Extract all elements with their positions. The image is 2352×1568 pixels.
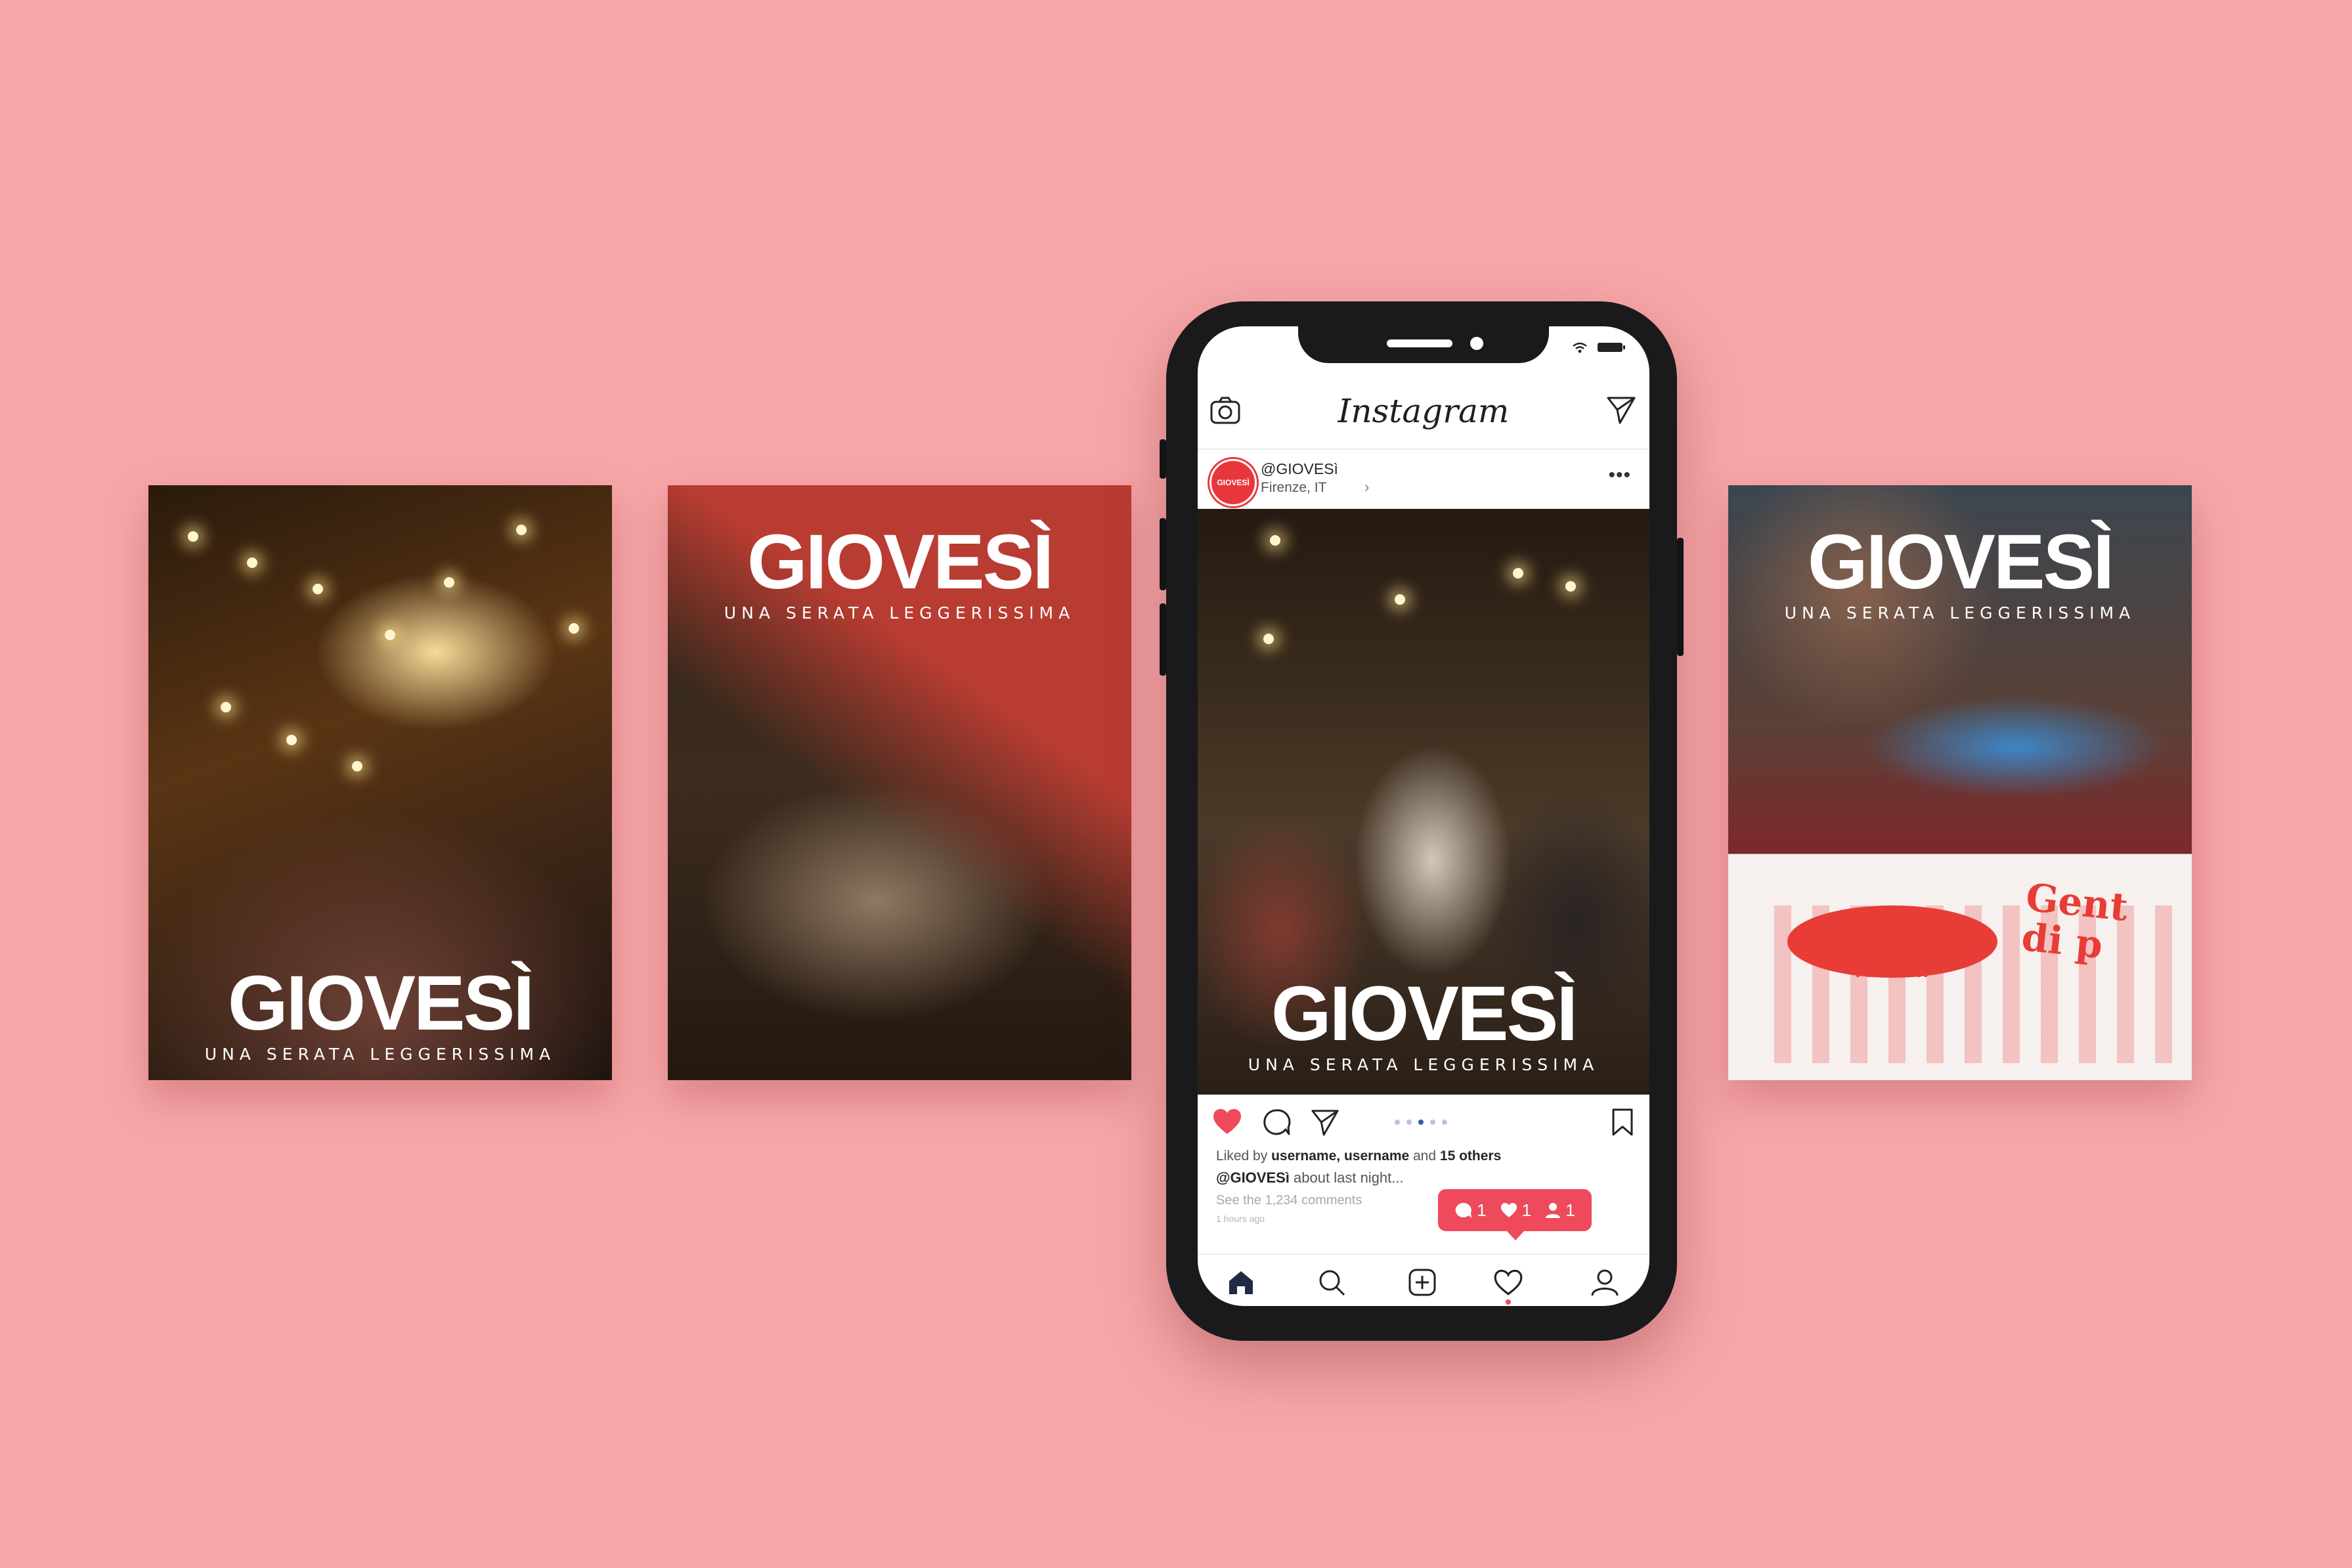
phone-front-camera — [1470, 337, 1483, 350]
post-card-2: GIOVESÌ UNA SERATA LEGGERISSIMA — [668, 485, 1131, 1080]
comment-icon[interactable] — [1262, 1108, 1291, 1137]
battery-icon — [1598, 343, 1625, 352]
carousel-dot — [1442, 1120, 1447, 1125]
sheet-heading: Gent di p — [2020, 875, 2130, 967]
notif-comments-count: 1 — [1477, 1200, 1487, 1220]
activity-indicator-dot — [1506, 1299, 1511, 1305]
brand-tagline: UNA SERATA LEGGERISSIMA — [204, 1045, 556, 1064]
more-options-icon[interactable]: ••• — [1608, 464, 1631, 487]
brand-logo: GIOVESÌ UNA SERATA LEGGERISSIMA — [1198, 975, 1649, 1073]
heart-filled-icon[interactable] — [1212, 1108, 1242, 1135]
string-light — [1395, 594, 1405, 605]
phone-volume-up — [1160, 518, 1166, 590]
post-image[interactable]: GIOVESÌ UNA SERATA LEGGERISSIMA — [1198, 509, 1649, 1095]
notif-follows: 1 — [1544, 1200, 1575, 1221]
share-icon[interactable] — [1311, 1108, 1339, 1137]
likes-prefix: Liked by — [1216, 1148, 1272, 1164]
string-light — [1270, 535, 1280, 546]
string-light — [188, 531, 198, 542]
string-light — [444, 577, 454, 588]
carousel-dot — [1395, 1120, 1400, 1125]
brand-tagline: UNA SERATA LEGGERISSIMA — [724, 603, 1076, 622]
post-username[interactable]: @GIOVESì — [1261, 460, 1338, 478]
seal-text: FALCHI — [1855, 961, 1930, 981]
post-actions — [1198, 1100, 1649, 1146]
brand-logo: GIOVESÌ UNA SERATA LEGGERISSIMA — [148, 965, 612, 1062]
phone-mockup: Instagram GIOVESÌ @GIOVESì Firenze, IT ›… — [1160, 301, 1684, 1341]
brand-wordmark: GIOVESÌ — [747, 519, 1054, 605]
avatar-logo: GIOVESÌ — [1217, 478, 1250, 487]
string-light — [1263, 634, 1274, 644]
string-light — [221, 702, 231, 712]
search-icon[interactable] — [1316, 1267, 1347, 1298]
string-light — [352, 761, 362, 772]
brand-wordmark: GIOVESÌ — [227, 960, 534, 1047]
post-card-3: GIOVESÌ UNA SERATA LEGGERISSIMA FALCHI G… — [1728, 485, 2192, 1080]
direct-send-icon[interactable] — [1606, 395, 1636, 425]
status-bar — [1572, 341, 1626, 354]
sponsor-seal: FALCHI — [1787, 905, 1997, 981]
avatar[interactable]: GIOVESÌ — [1209, 459, 1257, 506]
likes-users: username, username — [1271, 1148, 1410, 1164]
carousel-dot — [1406, 1120, 1412, 1125]
phone-speaker — [1387, 339, 1452, 347]
post-header: GIOVESÌ @GIOVESì Firenze, IT › ••• — [1198, 448, 1649, 510]
phone-mute-switch — [1160, 439, 1166, 479]
string-light — [1513, 568, 1523, 578]
brand-wordmark: GIOVESÌ — [1807, 519, 2114, 605]
brand-wordmark: GIOVESÌ — [1271, 970, 1578, 1057]
likes-summary[interactable]: Liked by username, username and 15 other… — [1216, 1148, 1636, 1164]
bookmark-icon[interactable] — [1611, 1108, 1634, 1137]
brand-tagline: UNA SERATA LEGGERISSIMA — [1784, 603, 2136, 622]
phone-notch — [1298, 326, 1549, 363]
string-light — [313, 584, 323, 594]
notif-likes-count: 1 — [1521, 1200, 1532, 1220]
brand-logo: GIOVESÌ UNA SERATA LEGGERISSIMA — [1728, 523, 2192, 621]
wifi-icon — [1573, 342, 1587, 353]
likes-others: 15 others — [1439, 1148, 1502, 1164]
string-light — [385, 630, 395, 640]
carousel-dot-active — [1418, 1120, 1424, 1125]
activity-heart-icon[interactable] — [1492, 1267, 1524, 1298]
caption-text: @GIOVESì about last night... — [1216, 1169, 1636, 1187]
string-light — [516, 525, 527, 535]
chevron-right-icon: › — [1364, 479, 1370, 495]
comment-bubble-icon — [1456, 1202, 1472, 1218]
string-light — [286, 735, 297, 745]
phone-volume-down — [1160, 603, 1166, 676]
string-light — [569, 623, 579, 634]
app-title: Instagram — [1338, 392, 1510, 430]
heart-icon — [1500, 1203, 1517, 1217]
brand-logo: GIOVESÌ UNA SERATA LEGGERISSIMA — [668, 523, 1131, 621]
carousel-dot — [1430, 1120, 1435, 1125]
carousel-indicator — [1395, 1120, 1447, 1125]
bottom-tab-bar — [1198, 1253, 1649, 1306]
likes-and: and — [1409, 1148, 1440, 1164]
notif-comments: 1 — [1454, 1200, 1487, 1221]
caption-body: about last night... — [1289, 1169, 1404, 1186]
instagram-header: Instagram — [1198, 380, 1649, 443]
phone-power-button — [1677, 538, 1684, 656]
add-post-icon[interactable] — [1406, 1267, 1438, 1298]
home-icon[interactable] — [1225, 1267, 1257, 1298]
activity-notification-bubble[interactable]: 1 1 1 — [1438, 1189, 1592, 1240]
string-light — [247, 557, 257, 568]
post-location[interactable]: Firenze, IT — [1261, 480, 1326, 496]
profile-icon[interactable] — [1589, 1267, 1621, 1298]
notif-follows-count: 1 — [1565, 1200, 1575, 1220]
post-card-1: GIOVESÌ UNA SERATA LEGGERISSIMA — [148, 485, 612, 1080]
notif-likes: 1 — [1500, 1200, 1531, 1221]
brand-tagline: UNA SERATA LEGGERISSIMA — [1248, 1055, 1600, 1074]
caption-username[interactable]: @GIOVESì — [1216, 1169, 1290, 1186]
string-light — [1565, 581, 1576, 592]
person-icon — [1546, 1203, 1561, 1218]
phone-screen: Instagram GIOVESÌ @GIOVESì Firenze, IT ›… — [1198, 326, 1649, 1306]
